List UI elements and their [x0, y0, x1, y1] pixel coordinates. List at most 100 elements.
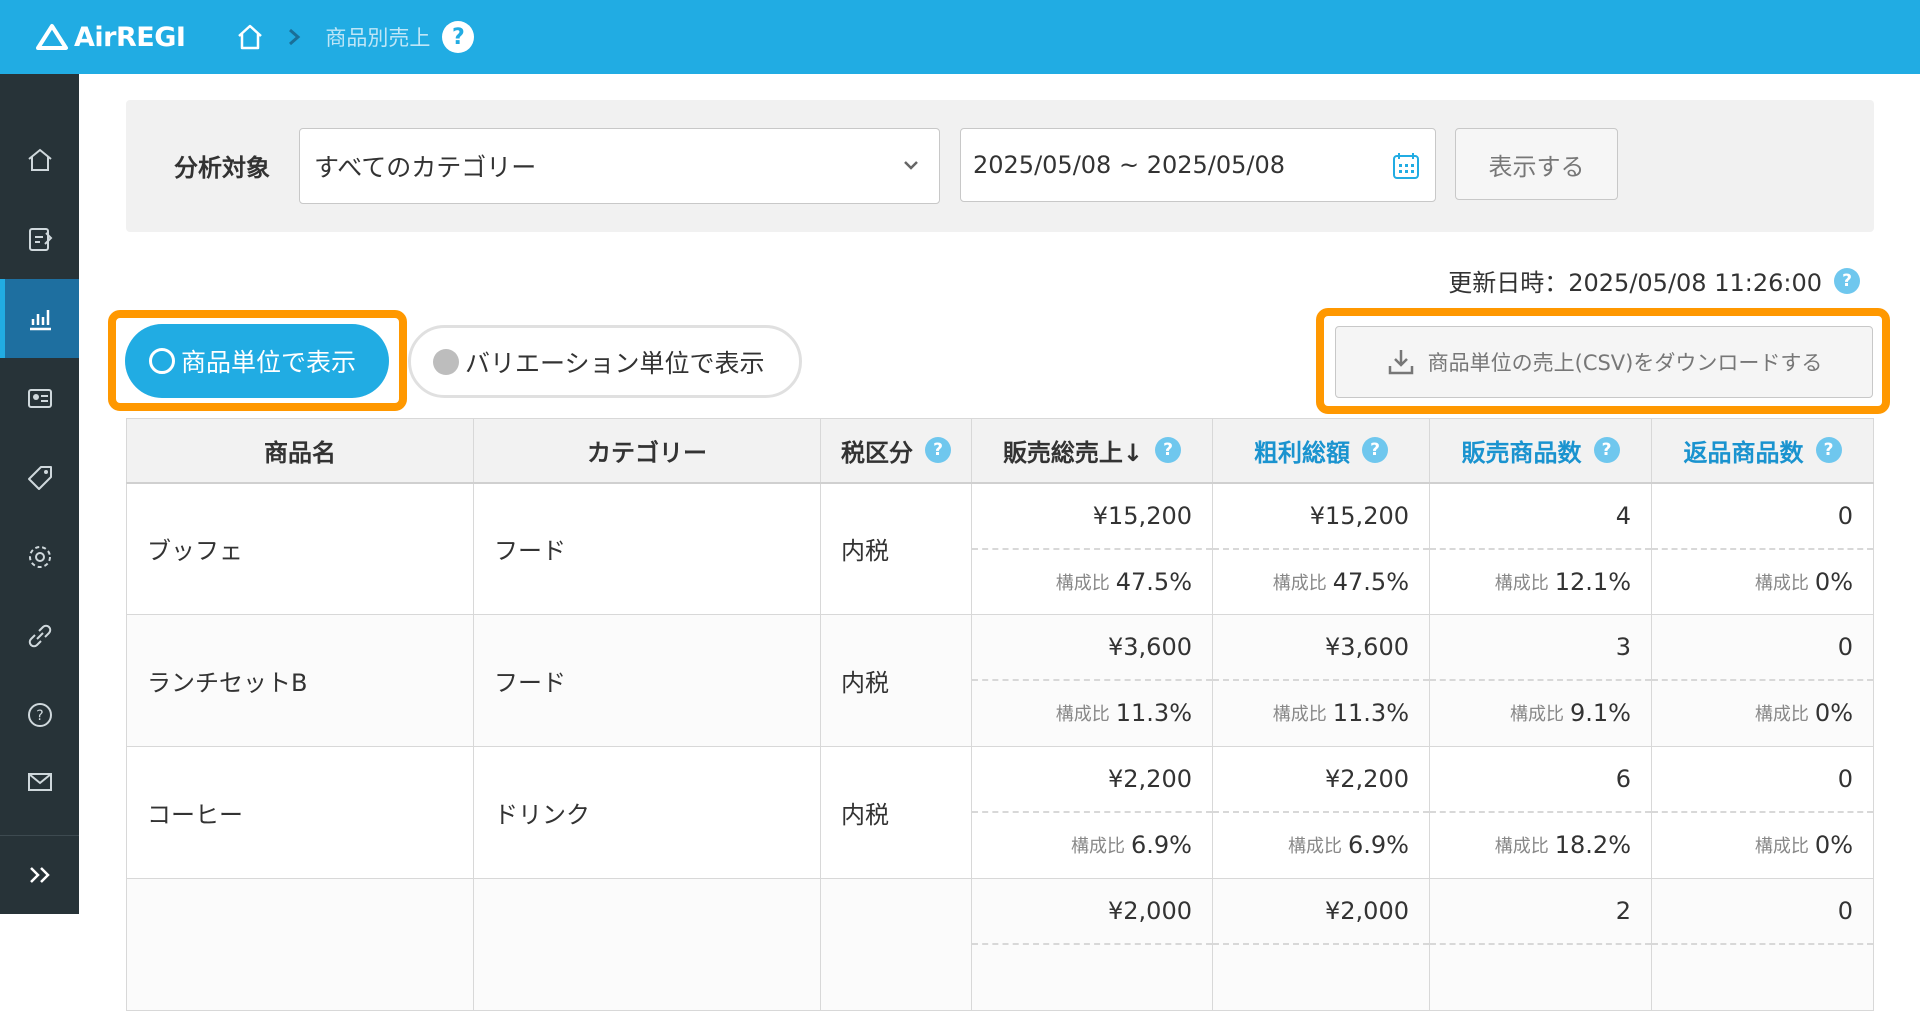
top-header: AirREGI 商品別売上 ? — [0, 0, 1920, 74]
col-header-sold-label: 販売商品数 — [1461, 438, 1582, 467]
ratio-label: 構成比 — [1055, 704, 1110, 725]
ratio-value: 18.2% — [1554, 831, 1631, 859]
table-row: コーヒー ドリンク 内税 ¥2,200 構成比 6.9% ¥2,200 構成比 6.9% 6 構成比… — [126, 746, 1874, 879]
returned-help-icon[interactable]: ? — [1815, 437, 1842, 464]
sold-help-icon[interactable]: ? — [1593, 437, 1620, 464]
show-button[interactable]: 表示する — [1455, 128, 1618, 200]
cell-sold-ratio: 構成比 18.2% — [1430, 813, 1651, 877]
cell-profit: ¥3,600 構成比 11.3% — [1212, 614, 1430, 747]
ratio-value: 0% — [1814, 831, 1853, 859]
cell-returned-ratio: 構成比 0% — [1652, 813, 1873, 877]
cell-sales-value: ¥2,200 — [972, 747, 1212, 813]
col-header-category[interactable]: カテゴリー — [473, 418, 821, 484]
sidebar-register-icon[interactable] — [0, 199, 79, 278]
cell-category: ドリンク — [473, 746, 821, 879]
table-row: ¥2,000 ¥2,000 2 0 — [126, 878, 1874, 1011]
table-header-row: 商品名 カテゴリー 税区分? 販売総売上↓? 粗利総額? 販売商品数? 返品商品… — [126, 418, 1874, 484]
col-header-sold[interactable]: 販売商品数? — [1429, 418, 1652, 484]
sidebar-home-icon[interactable] — [0, 120, 79, 199]
cell-sold: 2 — [1429, 878, 1652, 1011]
logo-mark-icon — [36, 24, 68, 50]
logo-text: AirREGI — [74, 21, 186, 53]
cell-sold-value: 2 — [1430, 879, 1651, 945]
table-row: ランチセットB フード 内税 ¥3,600 構成比 11.3% ¥3,600 構成比 11.3%… — [126, 614, 1874, 747]
view-variation-label: バリエーション単位で表示 — [465, 348, 765, 378]
home-icon[interactable] — [235, 22, 265, 52]
ratio-label: 構成比 — [1272, 572, 1327, 594]
cell-sold-value: 3 — [1430, 615, 1651, 681]
category-select-value: すべてのカテゴリー — [314, 153, 537, 182]
sales-table: 商品名 カテゴリー 税区分? 販売総売上↓? 粗利総額? 販売商品数? 返品商品… — [126, 418, 1874, 1011]
chevron-right-icon — [287, 27, 301, 47]
col-header-sales-label: 販売総売上↓ — [1002, 438, 1144, 467]
sales-help-icon[interactable]: ? — [1155, 437, 1182, 464]
cell-profit-value: ¥3,600 — [1213, 615, 1429, 681]
view-product-toggle[interactable]: 商品単位で表示 — [125, 324, 389, 398]
cell-sales-value: ¥3,600 — [972, 615, 1212, 681]
cell-name — [126, 878, 474, 1011]
tax-help-icon[interactable]: ? — [925, 437, 951, 464]
cell-sales-ratio — [972, 945, 1212, 1009]
col-header-returned[interactable]: 返品商品数? — [1651, 418, 1874, 484]
cell-returned-value: 0 — [1652, 615, 1873, 681]
cell-sales-ratio: 構成比 6.9% — [972, 813, 1212, 877]
col-header-sales[interactable]: 販売総売上↓? — [971, 418, 1213, 484]
sidebar-mail-icon[interactable] — [0, 734, 79, 794]
cell-sales: ¥3,600 構成比 11.3% — [971, 614, 1213, 747]
profit-help-icon[interactable]: ? — [1362, 437, 1388, 464]
cell-sold: 3 構成比 9.1% — [1429, 614, 1652, 747]
ratio-value: 9.1% — [1570, 699, 1631, 727]
date-range-value: 2025/05/08 ~ 2025/05/08 — [973, 151, 1286, 179]
ratio-label: 構成比 — [1272, 704, 1327, 725]
updated-at-text: 更新日時：2025/05/08 11:26:00 — [1448, 269, 1822, 297]
sidebar-link-icon[interactable] — [0, 596, 79, 675]
cell-profit-value: ¥2,000 — [1213, 879, 1429, 945]
sidebar-customer-icon[interactable] — [0, 358, 79, 437]
ratio-value: 6.9% — [1131, 831, 1192, 859]
view-variation-toggle[interactable]: バリエーション単位で表示 — [408, 325, 802, 398]
cell-sales-value: ¥2,000 — [972, 879, 1212, 945]
cell-returned-ratio: 構成比 0% — [1652, 550, 1873, 614]
ratio-value: 11.3% — [1332, 699, 1409, 727]
cell-sold-ratio — [1430, 945, 1651, 1009]
ratio-value: 12.1% — [1554, 567, 1631, 596]
cell-sales: ¥15,200 構成比 47.5% — [971, 482, 1213, 615]
date-range-field[interactable]: 2025/05/08 ~ 2025/05/08 — [960, 128, 1436, 202]
col-header-tax-label: 税区分 — [841, 438, 913, 467]
col-header-profit-label: 粗利総額 — [1254, 438, 1350, 467]
col-header-name[interactable]: 商品名 — [126, 418, 474, 484]
sidebar-expand-button[interactable] — [0, 835, 79, 914]
cell-tax — [820, 878, 972, 1011]
ratio-label: 構成比 — [1288, 836, 1343, 857]
ratio-value: 47.5% — [1115, 567, 1192, 596]
cell-sales: ¥2,200 構成比 6.9% — [971, 746, 1213, 879]
ratio-value: 0% — [1814, 699, 1853, 727]
sidebar: ? — [0, 74, 79, 914]
cell-category: フード — [473, 614, 821, 747]
sidebar-tag-icon[interactable] — [0, 438, 79, 517]
ratio-value: 0% — [1814, 567, 1853, 596]
updated-help-icon[interactable]: ? — [1834, 267, 1860, 294]
cell-tax: 内税 — [820, 482, 972, 615]
radio-unselected-icon — [433, 348, 459, 375]
table-row: ブッフェ フード 内税 ¥15,200 構成比 47.5% ¥15,200 構成比 47.5% 4… — [126, 482, 1874, 615]
cell-profit-ratio — [1213, 945, 1429, 1009]
csv-download-button[interactable]: 商品単位の売上(CSV)をダウンロードする — [1335, 326, 1873, 398]
help-icon[interactable]: ? — [442, 21, 475, 53]
cell-category — [473, 878, 821, 1011]
ratio-label: 構成比 — [1754, 704, 1809, 725]
updated-at: 更新日時：2025/05/08 11:26:00 ? — [1448, 263, 1860, 298]
radio-selected-icon — [149, 348, 175, 374]
cell-returned: 0 構成比 0% — [1651, 746, 1874, 879]
ratio-label: 構成比 — [1071, 836, 1126, 857]
cell-sold-ratio: 構成比 9.1% — [1430, 681, 1651, 745]
cell-sold-value: 6 — [1430, 747, 1651, 813]
cell-profit-ratio: 構成比 11.3% — [1213, 681, 1429, 745]
cell-sold-ratio: 構成比 12.1% — [1430, 550, 1651, 614]
airregi-logo[interactable]: AirREGI — [34, 21, 186, 53]
sidebar-analytics-icon[interactable] — [0, 279, 79, 358]
category-select[interactable]: すべてのカテゴリー — [299, 128, 940, 204]
col-header-profit[interactable]: 粗利総額? — [1212, 418, 1430, 484]
sidebar-settings-icon[interactable] — [0, 517, 79, 596]
download-icon — [1388, 350, 1413, 375]
